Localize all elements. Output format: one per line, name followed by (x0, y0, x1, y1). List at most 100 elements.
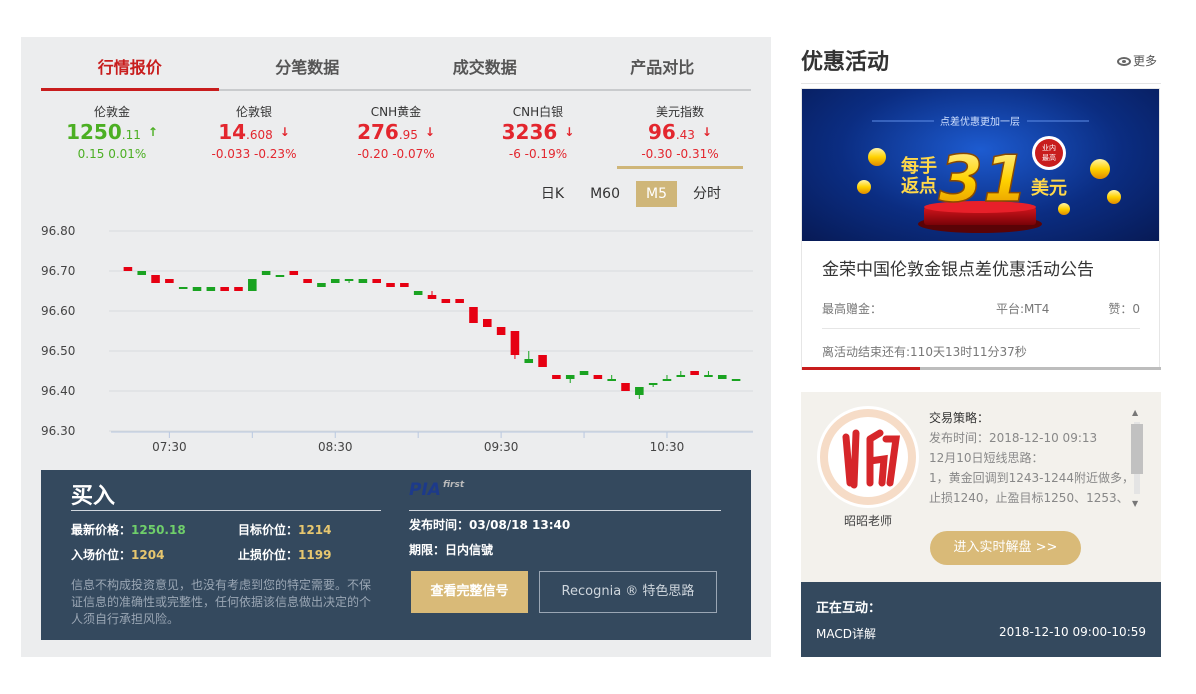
candle-up (635, 387, 644, 395)
banner-number: 31 (938, 143, 1027, 217)
avatar[interactable] (817, 406, 919, 508)
promo-progress-bar (802, 367, 1161, 370)
strategy-text: 交易策略： 发布时间：2018-12-10 09:13 12月10日短线思路： … (929, 408, 1135, 508)
scroll-up-icon[interactable]: ▲ (1132, 408, 1138, 417)
quote-change: -0.30 -0.31% (641, 147, 719, 161)
candle-down (386, 283, 395, 287)
candle-down (427, 295, 437, 299)
strategy-line: 1，黄金回调到1243-1244附近做多， (929, 471, 1135, 485)
recognia-button[interactable]: Recognia ® 特色思路 (539, 571, 717, 613)
period-intraday[interactable]: 分时 (683, 181, 731, 207)
trade-signal: 买入 最新价格：1250.18 目标价位：1214 入场价位：1204 止损价位… (41, 470, 751, 640)
candle-down (455, 299, 464, 303)
promo-title: 优惠活动 (801, 50, 890, 75)
stop-price-value: 1199 (298, 548, 332, 562)
scroll-thumb[interactable] (1131, 424, 1143, 474)
quote-dollar-index[interactable]: 美元指数 96.43 ↓ -0.30 -0.31% (609, 99, 751, 171)
stop-price-label: 止损价位： (238, 548, 299, 562)
quote-price-dec: .608 (246, 128, 273, 142)
candle-down (123, 267, 133, 271)
quote-price-int: 14 (218, 120, 247, 144)
candle-down (621, 383, 630, 391)
candle-up (317, 283, 326, 287)
interaction-topic[interactable]: MACD详解 (816, 625, 876, 642)
quote-price-dec: .95 (398, 128, 418, 142)
candle-down (220, 287, 229, 291)
quote-price: 1250.11 ↑ (41, 120, 183, 147)
x-tick-label: 10:30 (650, 440, 685, 454)
scroll-down-icon[interactable]: ▼ (1132, 499, 1138, 508)
candle-up (248, 279, 257, 291)
target-price-label: 目标价位： (238, 523, 299, 537)
tab-product-compare[interactable]: 产品对比 (574, 45, 752, 89)
candle-up (413, 291, 423, 295)
candle-up (579, 371, 589, 375)
pia-logo-text: PIA (409, 480, 441, 500)
more-link[interactable]: 更多 (1116, 52, 1157, 69)
quote-london-silver[interactable]: 伦敦银 14.608 ↓ -0.033 -0.23% (183, 99, 325, 171)
banner-top-text: 点差优惠更加一层 (940, 115, 1020, 128)
candle-up (344, 279, 354, 281)
arrow-down-icon: ↓ (564, 125, 575, 139)
teacher-name[interactable]: 昭昭老师 (817, 512, 919, 529)
entry-price: 入场价位：1204 (71, 546, 164, 563)
publish-time-value: 03/08/18 13:40 (469, 518, 571, 532)
quote-price-int: 3236 (501, 120, 558, 144)
strategy-line: 发布时间：2018-12-10 09:13 (929, 431, 1098, 445)
latest-price-value: 1250.18 (131, 523, 186, 537)
candle-up (676, 375, 686, 377)
candlestick-chart[interactable]: 96.80 96.70 96.60 96.50 96.40 96.30 07:30 08:30… (41, 217, 761, 457)
banner-left-line2: 返点 (901, 175, 937, 197)
candle-down (289, 271, 299, 275)
quote-cnh-silver[interactable]: CNH白银 3236 ↓ -6 -0.19% (467, 99, 609, 171)
candle-up (206, 287, 216, 291)
period-m5[interactable]: M5 (636, 181, 677, 207)
quote-name: 伦敦银 (235, 105, 272, 119)
tab-tick-data[interactable]: 分笔数据 (219, 45, 397, 89)
quote-change: 0.15 0.01% (77, 147, 147, 161)
period-selector: 日K M60 M5 分时 (531, 181, 731, 207)
candle-up (565, 375, 575, 379)
eye-icon (1116, 57, 1131, 66)
tab-trade-data[interactable]: 成交数据 (396, 45, 574, 89)
quote-price-int: 276 (357, 120, 399, 144)
promo-card-title[interactable]: 金荣中国伦敦金银点差优惠活动公告 (822, 255, 1094, 280)
likes-count[interactable]: 赞：0 (1108, 300, 1140, 317)
promo-banner[interactable]: 点差优惠更加一层 每手 返点 31 业内 最高 美元 (802, 89, 1159, 241)
strategy-line: 12月10日短线思路： (929, 451, 1044, 465)
candle-down (496, 327, 506, 335)
candle-down (690, 371, 699, 375)
quote-london-gold[interactable]: 伦敦金 1250.11 ↑ 0.15 0.01% (41, 99, 183, 171)
entry-price-label: 入场价位： (71, 548, 132, 562)
candle-up (178, 287, 188, 289)
countdown: 离活动结束还有:110天13时11分37秒 (822, 345, 1027, 359)
publish-time-label: 发布时间： (409, 518, 470, 532)
candle-down (303, 279, 312, 283)
candle-down (483, 319, 492, 327)
candle-up (524, 359, 534, 363)
period-daily[interactable]: 日K (531, 181, 574, 207)
quote-change: -0.033 -0.23% (211, 147, 297, 161)
enter-live-analysis-button[interactable]: 进入实时解盘 >> (930, 531, 1081, 565)
divider (409, 510, 721, 511)
tab-quotes[interactable]: 行情报价 (41, 45, 219, 91)
promo-card[interactable]: 点差优惠更加一层 每手 返点 31 业内 最高 美元 金荣中国伦敦金银点差优惠活… (801, 88, 1161, 370)
period-m60[interactable]: M60 (580, 181, 630, 207)
strategy-scrollbar[interactable]: ▲ ▼ (1131, 408, 1143, 508)
target-price: 目标价位：1214 (238, 521, 331, 538)
quote-cnh-gold[interactable]: CNH黄金 276.95 ↓ -0.20 -0.07% (325, 99, 467, 171)
disclaimer: 信息不构成投资意见，也没有考虑到您的特定需要。不保证信息的准确性或完整性，任何依… (71, 578, 372, 626)
banner-badge-line2: 最高 (1042, 153, 1056, 162)
candle-up (330, 279, 340, 283)
quote-name: 伦敦金 (93, 105, 130, 119)
signal-period: 期限：日内信號 (409, 541, 493, 558)
pia-logo: PIA first (409, 480, 464, 500)
candle-down (400, 283, 409, 287)
candle-down (151, 275, 160, 283)
y-tick-label: 96.80 (41, 224, 75, 238)
interaction-title: 正在互动： (816, 601, 882, 616)
quote-name: 美元指数 (655, 105, 704, 119)
view-full-signal-button[interactable]: 查看完整信号 (411, 571, 528, 613)
quote-price-dec: .43 (675, 128, 695, 142)
arrow-down-icon: ↓ (701, 125, 712, 139)
